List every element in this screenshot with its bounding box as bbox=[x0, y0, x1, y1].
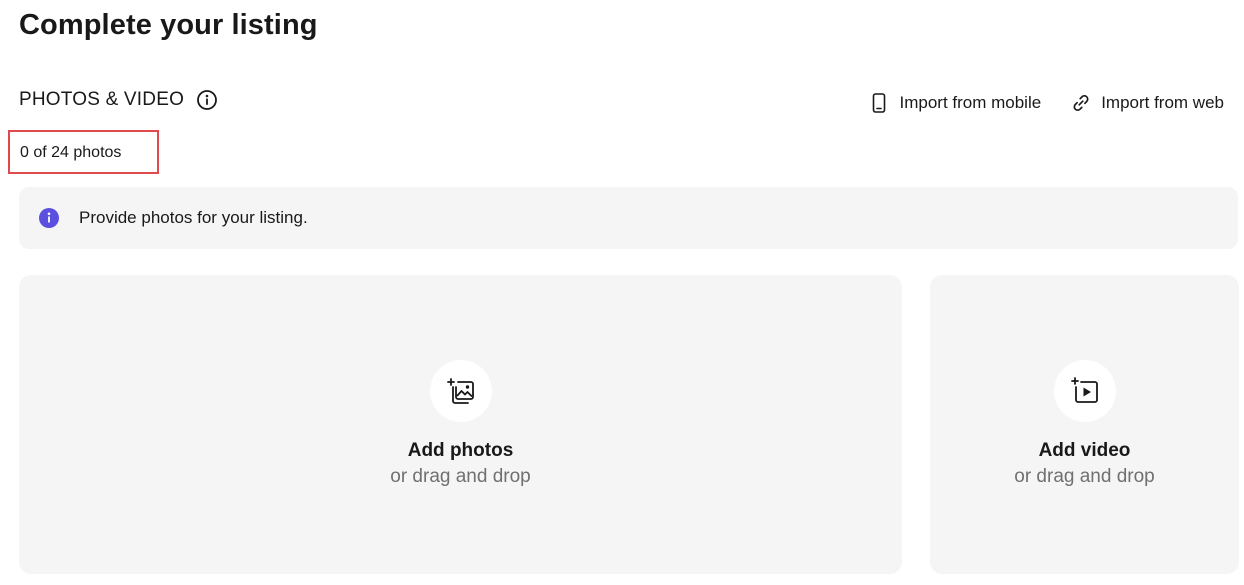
add-photos-subtitle: or drag and drop bbox=[390, 466, 531, 487]
add-image-icon bbox=[429, 360, 492, 422]
add-photos-title: Add photos bbox=[407, 440, 514, 461]
import-actions: Import from mobile Import from web bbox=[869, 93, 1224, 113]
add-video-icon bbox=[1053, 360, 1116, 422]
import-from-mobile-label: Import from mobile bbox=[899, 93, 1042, 112]
add-video-dropzone[interactable]: Add video or drag and drop bbox=[930, 275, 1239, 574]
section-title: PHOTOS & VIDEO bbox=[19, 89, 185, 110]
link-icon bbox=[1071, 93, 1091, 113]
notice-text: Provide photos for your listing. bbox=[79, 208, 308, 227]
photo-count: 0 of 24 photos bbox=[20, 144, 122, 161]
add-video-subtitle: or drag and drop bbox=[1014, 466, 1155, 487]
import-from-web-label: Import from web bbox=[1101, 93, 1224, 112]
import-from-web-button[interactable]: Import from web bbox=[1071, 93, 1224, 113]
info-notice: Provide photos for your listing. bbox=[19, 187, 1238, 249]
add-video-title: Add video bbox=[1038, 440, 1131, 461]
photos-video-header: PHOTOS & VIDEO bbox=[19, 88, 218, 112]
info-filled-icon bbox=[39, 208, 59, 228]
photo-count-highlight: 0 of 24 photos bbox=[8, 130, 159, 174]
mobile-phone-icon bbox=[869, 93, 889, 113]
add-photos-dropzone[interactable]: Add photos or drag and drop bbox=[19, 275, 902, 574]
info-circle-icon[interactable] bbox=[196, 89, 218, 111]
page-title: Complete your listing bbox=[19, 9, 318, 41]
import-from-mobile-button[interactable]: Import from mobile bbox=[869, 93, 1041, 113]
